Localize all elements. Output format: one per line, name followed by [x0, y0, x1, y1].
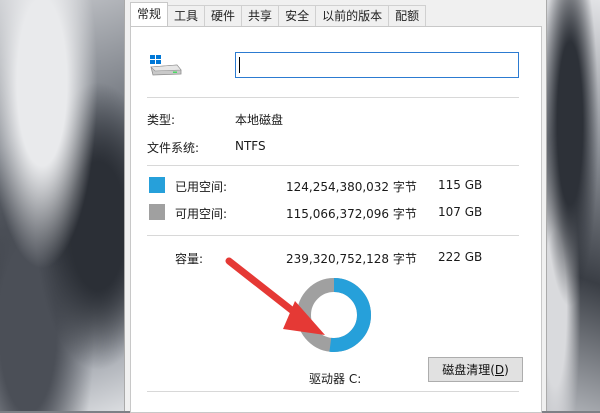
- free-space-swatch: [149, 204, 165, 220]
- type-label: 类型:: [147, 113, 176, 127]
- windows-drive-icon: [150, 55, 182, 76]
- disk-cleanup-button[interactable]: 磁盘清理(D): [428, 357, 523, 382]
- capacity-size: 222 GB: [438, 250, 483, 264]
- tab-security[interactable]: 安全: [278, 5, 317, 26]
- used-space-swatch: [149, 177, 165, 193]
- drive-letter-label: 驱动器 C:: [309, 372, 362, 386]
- drive-name-input[interactable]: [235, 52, 519, 78]
- filesystem-label: 文件系统:: [147, 141, 200, 155]
- text-caret: [239, 57, 240, 73]
- free-space-bytes: 115,066,372,096 字节: [286, 207, 417, 221]
- tab-general[interactable]: 常规: [130, 2, 169, 26]
- separator: [147, 391, 519, 392]
- tab-previous-versions[interactable]: 以前的版本: [315, 5, 390, 26]
- cleanup-label-close: ): [504, 362, 509, 377]
- separator: [147, 97, 519, 98]
- used-space-size: 115 GB: [438, 178, 483, 192]
- cleanup-accelerator: D: [494, 362, 505, 377]
- tab-bar: 常规 工具 硬件 共享 安全 以前的版本 配额: [130, 2, 546, 26]
- cleanup-label: 磁盘清理(: [442, 363, 495, 377]
- separator: [147, 235, 519, 236]
- tab-quota[interactable]: 配额: [388, 5, 427, 26]
- tab-tools[interactable]: 工具: [167, 5, 206, 26]
- tab-hardware[interactable]: 硬件: [204, 5, 243, 26]
- drive-properties-dialog: 常规 工具 硬件 共享 安全 以前的版本 配额 类型: 本地磁盘 文件系统: N…: [124, 0, 547, 413]
- general-panel: 类型: 本地磁盘 文件系统: NTFS 已用空间: 124,254,380,03…: [130, 26, 542, 413]
- annotation-arrow-icon: [225, 257, 325, 335]
- used-space-label: 已用空间:: [175, 180, 228, 194]
- free-space-label: 可用空间:: [175, 207, 228, 221]
- used-space-bytes: 124,254,380,032 字节: [286, 180, 417, 194]
- free-space-size: 107 GB: [438, 205, 483, 219]
- desktop-wallpaper-left: [0, 0, 140, 411]
- capacity-label: 容量:: [175, 252, 204, 266]
- type-value: 本地磁盘: [235, 113, 284, 127]
- tab-sharing[interactable]: 共享: [241, 5, 280, 26]
- filesystem-value: NTFS: [235, 139, 266, 153]
- separator: [147, 165, 519, 166]
